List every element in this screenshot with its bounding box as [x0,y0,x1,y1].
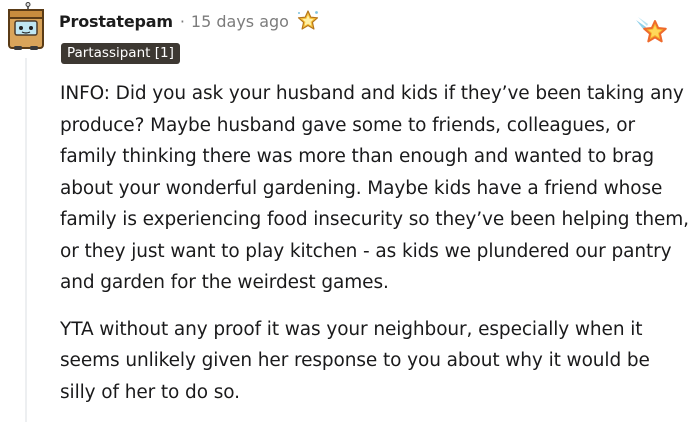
comment-paragraph: YTA without any proof it was your neighb… [60,318,650,403]
star-award-icon[interactable] [295,8,321,34]
comment-body: INFO: Did you ask your husband and kids … [60,78,690,408]
comment-meta: Prostatepam · 15 days ago [59,8,321,34]
give-award-star-icon[interactable] [634,14,670,50]
timestamp-link[interactable]: 15 days ago [191,12,289,31]
comment-paragraph: INFO: Did you ask your husband and kids … [60,83,689,293]
username-link[interactable]: Prostatepam [59,12,173,31]
meta-separator: · [179,11,185,31]
thread-line[interactable] [25,58,27,422]
snoo-box-avatar-icon[interactable] [6,2,46,52]
user-flair: Partassipant [1] [61,43,180,64]
comment: Prostatepam · 15 days ago Partassipant [… [0,0,700,422]
